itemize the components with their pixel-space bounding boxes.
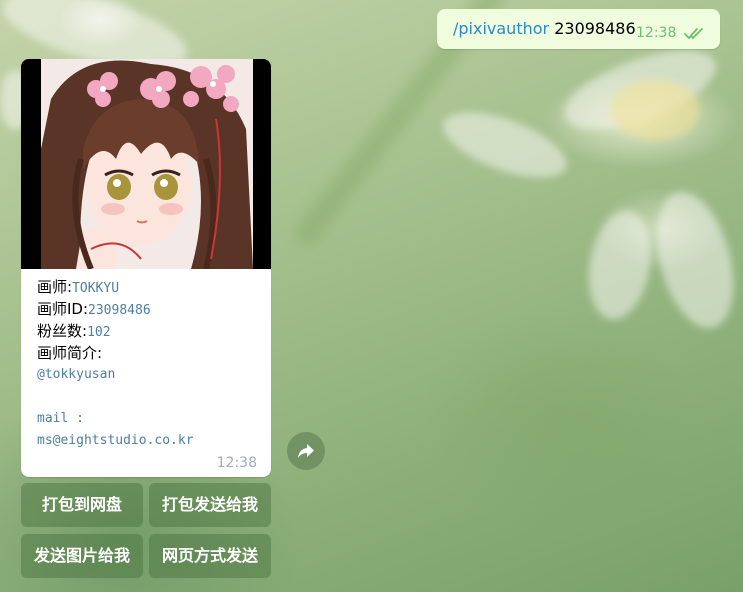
artist-info-caption: 画师:TOKKYU 画师ID:23098486 粉丝数:102 画师简介: @t… xyxy=(37,276,267,452)
artist-id-line: 画师ID:23098486 xyxy=(37,298,267,320)
outgoing-message-text: /pixivauthor 23098486 xyxy=(453,19,636,38)
bio-label: 画师简介: xyxy=(37,344,103,362)
artist-id-value: 23098486 xyxy=(88,303,151,318)
artist-name-line: 画师:TOKKYU xyxy=(37,276,267,298)
forward-button[interactable] xyxy=(287,432,325,470)
followers-line: 粉丝数:102 xyxy=(37,320,267,342)
artist-name-value: TOKKYU xyxy=(72,281,120,296)
double-check-icon xyxy=(684,28,703,39)
background-flower-petal xyxy=(435,99,575,191)
anime-girl-illustration xyxy=(21,59,271,269)
bot-command-link[interactable]: /pixivauthor xyxy=(453,19,549,38)
outgoing-message-time: 12:38 xyxy=(636,25,677,41)
background-flower-petal xyxy=(580,205,660,325)
share-arrow-icon xyxy=(298,444,314,458)
followers-value: 102 xyxy=(87,325,111,340)
send-images-button[interactable]: 发送图片给我 xyxy=(21,534,143,578)
bio-mail-label: mail : xyxy=(37,411,84,426)
bio-mail-address[interactable]: ms@eightstudio.co.kr xyxy=(37,430,267,452)
incoming-message-bubble[interactable]: 画师:TOKKYU 画师ID:23098486 粉丝数:102 画师简介: @t… xyxy=(21,59,271,477)
artist-name-label: 画师: xyxy=(37,278,73,296)
outgoing-message-bubble[interactable]: /pixivauthor 23098486 12:38 xyxy=(437,9,720,49)
pack-and-send-button[interactable]: 打包发送给我 xyxy=(149,483,271,527)
background-flower-petal xyxy=(643,183,743,337)
command-argument: 23098486 xyxy=(554,19,636,38)
bio-blank-line xyxy=(37,386,267,408)
bio-handle: @tokkyusan xyxy=(37,367,116,382)
artist-id-label: 画师ID: xyxy=(37,300,89,318)
send-webpage-button[interactable]: 网页方式发送 xyxy=(149,534,271,578)
artwork-photo[interactable] xyxy=(21,59,271,269)
background-flower-center xyxy=(610,80,700,140)
followers-label: 粉丝数: xyxy=(37,322,88,340)
pack-to-cloud-button[interactable]: 打包到网盘 xyxy=(21,483,143,527)
bio-line: 画师简介: xyxy=(37,342,267,364)
incoming-message-time: 12:38 xyxy=(216,455,257,471)
